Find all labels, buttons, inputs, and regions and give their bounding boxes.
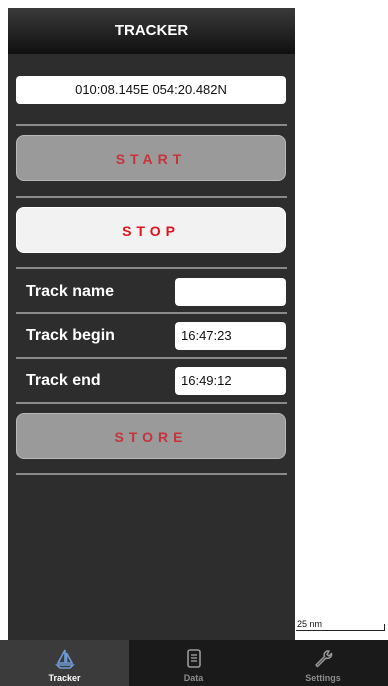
- track-end-input[interactable]: 16:49:12: [175, 367, 286, 395]
- stop-button[interactable]: STOP: [16, 207, 286, 253]
- sailboat-icon: [54, 649, 75, 669]
- track-name-label: Track name: [26, 283, 115, 300]
- map-scale-tick: [384, 624, 385, 631]
- coordinates-display: 010:08.145E 054:20.482N: [16, 76, 286, 104]
- track-begin-label: Track begin: [26, 327, 115, 344]
- track-begin-input[interactable]: 16:47:23: [175, 322, 286, 350]
- tab-label: Data: [183, 673, 204, 683]
- track-end-label: Track end: [26, 372, 101, 389]
- divider: [16, 196, 287, 198]
- divider: [16, 312, 287, 314]
- divider: [16, 473, 287, 475]
- start-button[interactable]: START: [16, 135, 286, 181]
- panel-title: TRACKER: [8, 8, 295, 54]
- tab-label: Settings: [305, 673, 341, 683]
- document-icon: [186, 649, 201, 668]
- tab-label: Tracker: [48, 673, 81, 683]
- map-scale-bar: [296, 630, 385, 631]
- tab-tracker[interactable]: Tracker: [0, 640, 129, 686]
- tracker-panel: TRACKER 010:08.145E 054:20.482N START ST…: [8, 8, 295, 640]
- tab-data[interactable]: Data: [129, 640, 258, 686]
- divider: [16, 357, 287, 359]
- divider: [16, 124, 287, 126]
- app-screen: TRACKER 010:08.145E 054:20.482N START ST…: [0, 0, 388, 686]
- divider: [16, 402, 287, 404]
- tab-bar: Tracker Data Settings: [0, 640, 388, 686]
- divider: [16, 267, 287, 269]
- tab-settings[interactable]: Settings: [258, 640, 388, 686]
- wrench-icon: [315, 650, 333, 668]
- track-name-input[interactable]: [175, 278, 286, 306]
- map-scale-label: 25 nm: [297, 619, 323, 629]
- store-button[interactable]: STORE: [16, 413, 286, 459]
